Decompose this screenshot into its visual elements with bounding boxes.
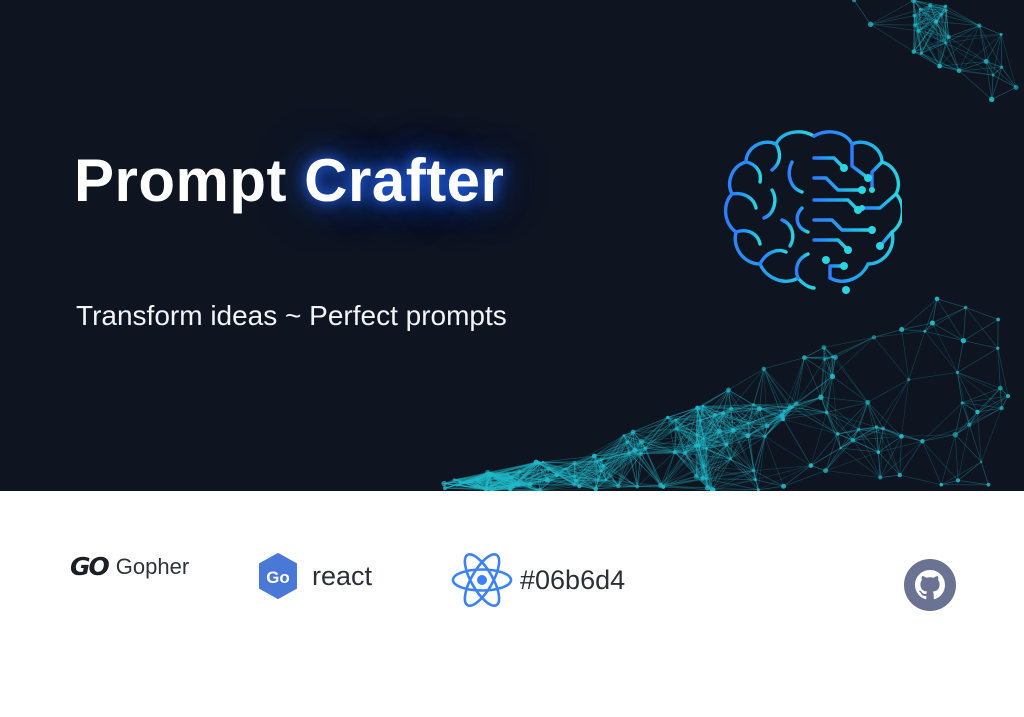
go-badge[interactable]: Go react: [256, 552, 372, 600]
hero-subtitle: Transform ideas ~ Perfect prompts: [76, 300, 507, 331]
brain-circuit-icon: [724, 130, 902, 294]
go-label: react: [312, 560, 373, 591]
gopher-label: Gopher: [115, 553, 190, 579]
go-hexagon-icon: Go: [259, 553, 297, 599]
react-badge[interactable]: #06b6d4: [450, 552, 625, 608]
gopher-badge[interactable]: GO Gopher: [70, 552, 189, 581]
tech-badges-bar: GO Gopher Go react #06b6d4: [0, 491, 1024, 717]
hero-title: Prompt Crafter: [74, 146, 504, 215]
title-main: Prompt: [74, 147, 287, 214]
github-icon[interactable]: [904, 559, 956, 611]
go-logo-text: Go: [266, 568, 290, 587]
react-atom-icon: [451, 553, 513, 607]
title-accent: Crafter: [304, 147, 505, 214]
gopher-logo-icon: GO: [70, 552, 110, 581]
banner: Prompt Crafter Transform ideas ~ Perfect…: [0, 0, 1024, 717]
color-hex-label: #06b6d4: [520, 564, 626, 595]
hero-banner: Prompt Crafter Transform ideas ~ Perfect…: [0, 0, 1024, 491]
